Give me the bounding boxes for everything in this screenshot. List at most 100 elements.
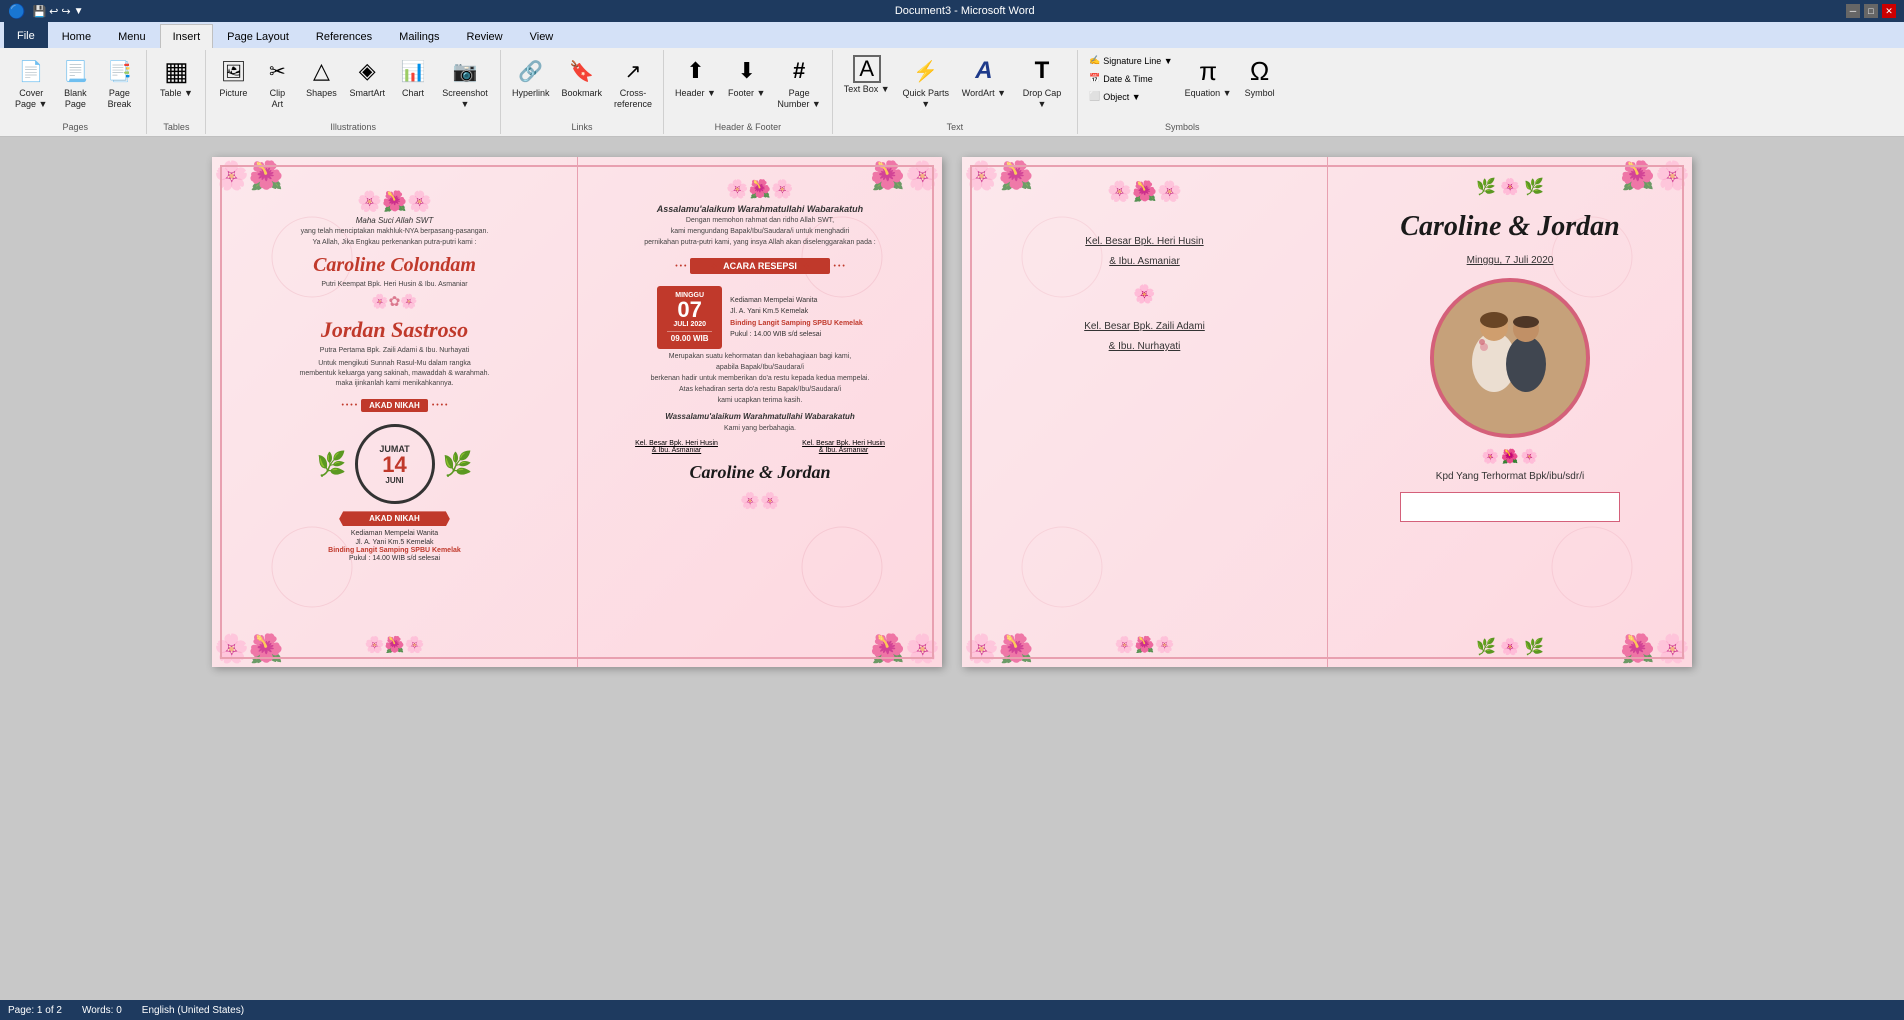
minimize-btn[interactable]: ─ [1846, 4, 1860, 18]
header-icon: ⬆ [679, 55, 711, 87]
p2-address-box [1400, 492, 1620, 522]
blank-page-btn[interactable]: 📃 BlankPage [54, 52, 96, 113]
family2-right: & Ibu. Asmaniar [802, 447, 885, 454]
akad-date: 14 [382, 454, 406, 476]
date-time-icon: 📅 [1089, 73, 1100, 84]
reception-month: JULI 2020 [667, 321, 712, 328]
p2-couple-title: Caroline & Jordan [1400, 209, 1619, 243]
close-btn[interactable]: ✕ [1882, 4, 1896, 18]
restore-btn[interactable]: □ [1864, 4, 1878, 18]
smartart-btn[interactable]: ◈ SmartArt [344, 52, 390, 102]
quick-parts-btn[interactable]: ⚡ Quick Parts ▼ [897, 52, 955, 113]
clip-art-btn[interactable]: ✂ ClipArt [256, 52, 298, 113]
smartart-label: SmartArt [349, 88, 385, 99]
hyperlink-btn[interactable]: 🔗 Hyperlink [507, 52, 555, 102]
p2-photo-circle [1430, 278, 1590, 438]
equation-label: Equation ▼ [1185, 88, 1232, 99]
closing2: apabila Bapak/Ibu/Saudara/i [716, 364, 804, 371]
date-time-btn[interactable]: 📅 Date & Time [1084, 70, 1178, 87]
tab-insert[interactable]: Insert [160, 24, 214, 48]
customize-qa-btn[interactable]: ▼ [74, 6, 84, 17]
ribbon-group-tables: ▦ Table ▼ Tables [147, 50, 206, 134]
cross-reference-btn[interactable]: ↗ Cross-reference [609, 52, 657, 113]
p2-family3: Kel. Besar Bpk. Zaili Adami [1084, 317, 1205, 337]
bride-name: Caroline Colondam [313, 254, 476, 277]
bookmark-btn[interactable]: 🔖 Bookmark [556, 52, 607, 102]
tab-view[interactable]: View [517, 24, 567, 48]
shapes-btn[interactable]: △ Shapes [300, 52, 342, 102]
page-break-btn[interactable]: 📑 PageBreak [98, 52, 140, 113]
akad-banner: AKAD NIKAH [361, 399, 428, 412]
text-box-btn[interactable]: A Text Box ▼ [839, 52, 895, 98]
signature-line-btn[interactable]: ✍ Signature Line ▼ [1084, 52, 1178, 69]
reception-date-wrapper: MINGGU 07 JULI 2020 09.00 WIB [657, 286, 722, 349]
chart-icon: 📊 [397, 55, 429, 87]
tables-group-label: Tables [153, 122, 199, 134]
acara-label: ACARA RESEPSI [723, 261, 797, 271]
table-btn[interactable]: ▦ Table ▼ [153, 52, 199, 102]
window-controls: ─ □ ✕ [1846, 4, 1896, 18]
cover-page-btn[interactable]: 📄 CoverPage ▼ [10, 52, 52, 113]
acara-dots-left: • • • [675, 263, 686, 270]
acara-header-row: • • • ✦ ACARA RESEPSI ✦ • • • [675, 254, 845, 278]
save-qa-btn[interactable]: 💾 [32, 5, 46, 18]
closing5: kami ucapkan terima kasih. [718, 397, 803, 404]
acara-banner: ✦ ACARA RESEPSI ✦ [690, 258, 829, 274]
drop-cap-btn[interactable]: T Drop Cap ▼ [1013, 52, 1071, 113]
tab-page-layout[interactable]: Page Layout [214, 24, 302, 48]
tab-review[interactable]: Review [454, 24, 516, 48]
wordart-icon: A [968, 55, 1000, 87]
undo-qa-btn[interactable]: ↩ [49, 5, 58, 18]
header-btn[interactable]: ⬆ Header ▼ [670, 52, 721, 102]
date-time-label: Date & Time [1103, 74, 1153, 84]
closing1: Merupakan suatu kehormatan dan kebahagia… [669, 353, 852, 360]
p2-date: Minggu, 7 Juli 2020 [1467, 255, 1554, 266]
p2-address-label: Kpd Yang Terhormat Bpk/ibu/sdr/i [1436, 471, 1584, 482]
left-wreath: 🌿 [317, 450, 347, 479]
bookmark-label: Bookmark [561, 88, 602, 99]
picture-btn[interactable]: 🖼 Picture [212, 52, 254, 102]
venue-time: Pukul : 14.00 WIB s/d selesai [349, 555, 440, 562]
equation-icon: π [1192, 55, 1224, 87]
page-number-icon: # [783, 55, 815, 87]
akad-month: JUNI [385, 476, 403, 485]
tab-home[interactable]: Home [49, 24, 104, 48]
tab-references[interactable]: References [303, 24, 385, 48]
date-row: 🌿 JUMAT 14 JUNI 🌿 [317, 420, 473, 508]
screenshot-icon: 📷 [449, 55, 481, 87]
links-group-label: Links [507, 122, 657, 134]
redo-qa-btn[interactable]: ↪ [61, 5, 70, 18]
quick-parts-label: Quick Parts ▼ [902, 88, 950, 110]
footer-btn[interactable]: ⬇ Footer ▼ [723, 52, 770, 102]
screenshot-btn[interactable]: 📷 Screenshot ▼ [436, 52, 494, 113]
wordart-btn[interactable]: A WordArt ▼ [957, 52, 1011, 102]
page-indicator: Page: 1 of 2 [8, 1005, 62, 1016]
quick-parts-icon: ⚡ [910, 55, 942, 87]
venue-detail: Binding Langit Samping SPBU Kemelak [328, 547, 461, 554]
chart-btn[interactable]: 📊 Chart [392, 52, 434, 102]
p2-bottom-flower: 🌸🌺🌸 [1115, 635, 1175, 655]
signature-line-icon: ✍ [1089, 55, 1100, 66]
ribbon-group-header-footer: ⬆ Header ▼ ⬇ Footer ▼ # PageNumber ▼ Hea… [664, 50, 833, 134]
page-break-icon: 📑 [103, 55, 135, 87]
closing3: berkenan hadir untuk memberikan do'a res… [651, 375, 870, 382]
drop-cap-label: Drop Cap ▼ [1018, 88, 1066, 110]
tab-file[interactable]: File [4, 22, 48, 48]
page-1: 🌸🌺 🌺🌸 🌸🌺 🌺🌸 🌸🌺🌸 Maha Suci Allah SWT yang… [212, 157, 942, 667]
object-btn[interactable]: ⬜ Object ▼ [1084, 88, 1178, 105]
page-number-btn[interactable]: # PageNumber ▼ [772, 52, 825, 113]
word-count: Words: 0 [82, 1005, 122, 1016]
reception-time: 09.00 WIB [667, 331, 712, 343]
tab-mailings[interactable]: Mailings [386, 24, 452, 48]
language-indicator: English (United States) [142, 1005, 244, 1016]
symbol-label: Symbol [1245, 88, 1275, 99]
tab-menu[interactable]: Menu [105, 24, 159, 48]
symbol-btn[interactable]: Ω Symbol [1239, 52, 1281, 102]
reception-box: MINGGU 07 JULI 2020 09.00 WIB Kediaman M… [657, 286, 863, 349]
shapes-icon: △ [305, 55, 337, 87]
pages-group-label: Pages [10, 122, 140, 134]
invite1: kami mengundang Bapak/Ibu/Saudara/i untu… [671, 228, 850, 235]
shapes-label: Shapes [306, 88, 337, 99]
equation-btn[interactable]: π Equation ▼ [1180, 52, 1237, 102]
acara-left-deco: ✦ [710, 262, 717, 271]
